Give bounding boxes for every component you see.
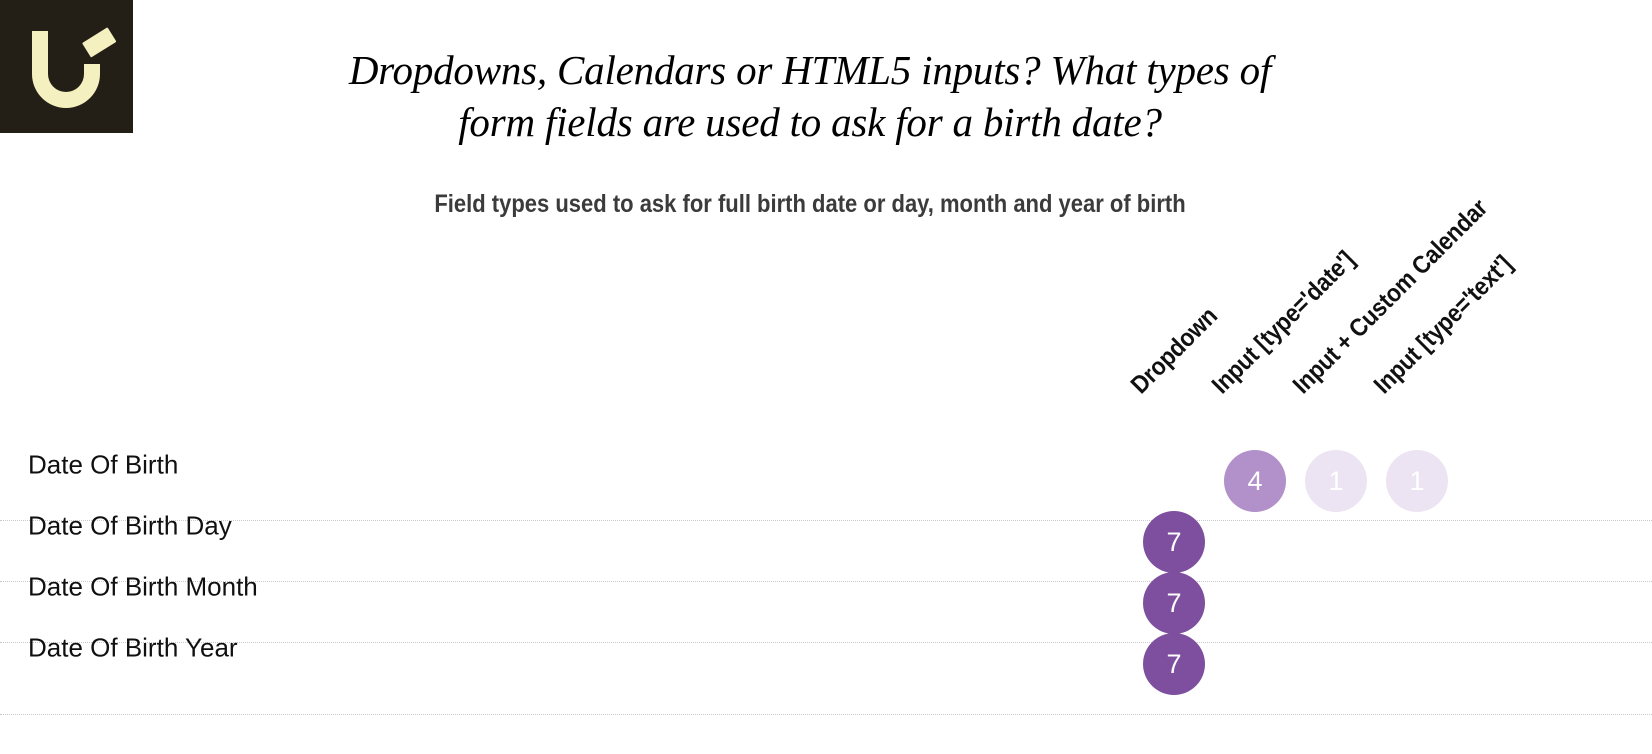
matrix-cell-bubble[interactable]: 7: [1143, 633, 1205, 695]
table-row: Date Of Birth 4 1 1: [0, 434, 1652, 512]
column-header-input-text: Input [type='text']: [1368, 250, 1518, 400]
table-row: Date Of Birth Day 7: [0, 495, 1652, 573]
row-label: Date Of Birth Year: [28, 632, 238, 662]
matrix-cell-value: 7: [1166, 526, 1182, 557]
field-type-matrix: Date Of Birth 4 1 1 Date Of Birth Day 7 …: [0, 420, 1652, 720]
matrix-cell-value: 7: [1166, 648, 1182, 679]
row-label: Date Of Birth Month: [28, 571, 258, 601]
matrix-cell-value: 7: [1166, 587, 1182, 618]
row-label: Date Of Birth: [28, 449, 179, 479]
column-header-group: Dropdown Input [type='date'] Input + Cus…: [0, 0, 1652, 420]
matrix-cell-value: 1: [1409, 465, 1425, 496]
table-row: Date Of Birth Year 7: [0, 617, 1652, 695]
matrix-cell-value: 1: [1328, 465, 1344, 496]
row-label: Date Of Birth Day: [28, 510, 232, 540]
matrix-cell-value: 4: [1247, 465, 1263, 496]
table-row: Date Of Birth Month 7: [0, 556, 1652, 634]
row-divider: [0, 714, 1652, 715]
